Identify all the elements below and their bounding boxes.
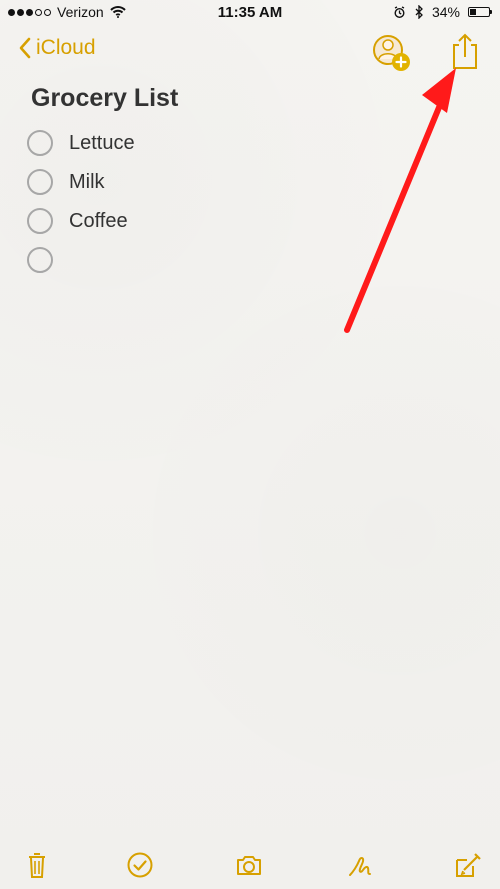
checklist: Lettuce Milk Coffee [27,123,347,279]
status-bar: Verizon 11:35 AM 34% [0,0,500,26]
checklist-item-label: Lettuce [69,131,135,154]
battery-icon [468,7,492,17]
checklist-item[interactable] [27,240,347,279]
sketch-button[interactable] [343,850,377,880]
checkbox-circle[interactable] [27,207,53,234]
checklist-icon [123,850,157,880]
share-button[interactable] [449,32,481,72]
note-title[interactable]: Grocery List [31,84,178,113]
compose-button[interactable] [449,850,483,880]
back-button[interactable]: iCloud [18,36,96,60]
checkbox-circle[interactable] [27,246,53,273]
add-person-button[interactable] [370,32,412,74]
trash-icon [20,850,54,880]
checklist-item[interactable]: Lettuce [27,123,347,162]
checklist-item-label: Coffee [69,209,128,232]
bluetooth-icon [414,5,424,19]
checkbox-circle[interactable] [27,168,53,195]
battery-fill [470,9,476,15]
checklist-item[interactable]: Coffee [27,201,347,240]
camera-button[interactable] [232,850,266,880]
compose-icon [449,850,483,880]
back-label: iCloud [36,36,96,59]
camera-icon [232,850,266,880]
status-right: 34% [393,4,492,20]
checklist-button[interactable] [123,850,157,880]
add-person-icon [370,32,412,74]
chevron-left-icon [18,37,32,59]
share-icon [449,32,481,72]
sketch-icon [343,850,377,880]
checkbox-circle[interactable] [27,129,53,156]
alarm-icon [393,5,406,19]
trash-button[interactable] [20,850,54,880]
bottom-toolbar [0,839,500,889]
checklist-item[interactable]: Milk [27,162,347,201]
navigation-bar: iCloud [0,28,500,76]
checklist-item-label: Milk [69,170,105,193]
battery-percent: 34% [431,4,460,20]
